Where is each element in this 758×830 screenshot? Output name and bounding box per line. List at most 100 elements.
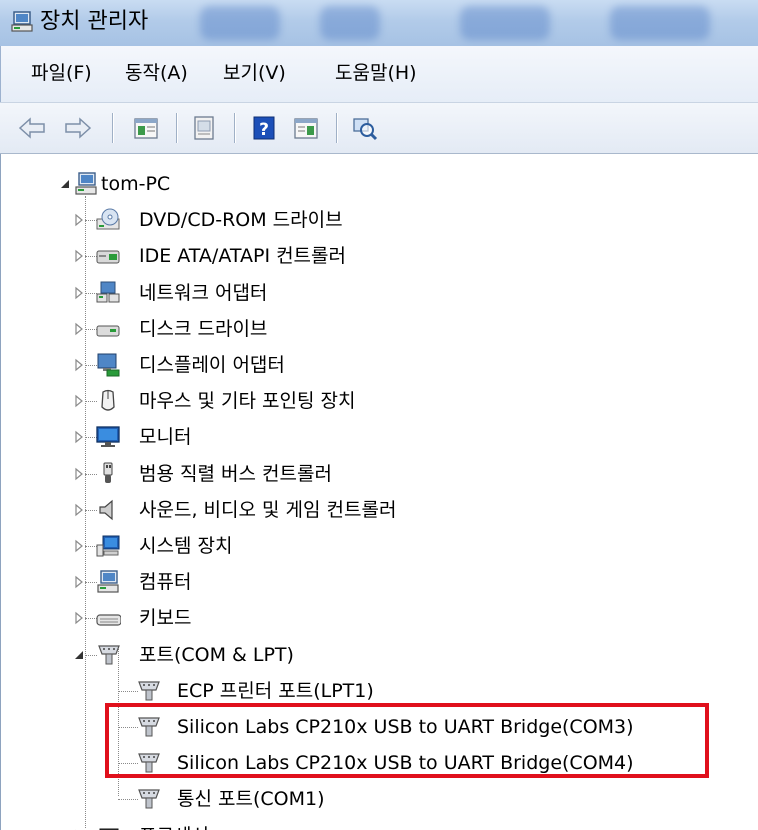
collapsed-arrow-icon[interactable] (73, 538, 85, 554)
toolbar-separator (176, 113, 177, 143)
collapsed-arrow-icon[interactable] (73, 574, 85, 590)
toolbar-separator (112, 113, 113, 143)
keyboard-icon (96, 614, 122, 626)
tree-item-label: 시스템 장치 (139, 535, 233, 557)
action-pane-icon[interactable] (290, 113, 322, 143)
system-device-icon (95, 533, 121, 559)
tree-item[interactable]: 마우스 및 기타 포인팅 장치 (1, 383, 757, 419)
expanded-arrow-icon[interactable] (59, 176, 71, 192)
collapsed-arrow-icon[interactable] (73, 321, 85, 337)
expanded-arrow-icon[interactable] (73, 647, 85, 663)
title-bar: 장치 관리자 (0, 0, 758, 46)
port-icon (98, 644, 120, 665)
tree-item-label: 프로세서 (139, 822, 209, 830)
back-arrow-icon[interactable] (16, 113, 48, 143)
menu-bar: 파일(F) 동작(A) 보기(V) 도움말(H) (0, 46, 758, 102)
tree-item-label: 모니터 (139, 426, 192, 449)
tree-item[interactable]: IDE ATA/ATAPI 컨트롤러 (1, 238, 757, 274)
device-manager-icon (11, 11, 33, 32)
collapsed-arrow-icon[interactable] (73, 285, 85, 301)
collapsed-arrow-icon[interactable] (73, 610, 85, 626)
menu-help[interactable]: 도움말(H) (335, 60, 417, 86)
tree-item[interactable]: 프로세서 (1, 818, 757, 830)
tree-item[interactable]: 모니터 (1, 419, 757, 455)
collapsed-arrow-icon[interactable] (73, 466, 85, 482)
background-blur (200, 6, 280, 40)
speaker-icon (95, 497, 121, 523)
tree-item-label: 범용 직렬 버스 컨트롤러 (139, 462, 332, 485)
properties-icon[interactable] (188, 113, 220, 143)
collapsed-arrow-icon[interactable] (73, 357, 85, 373)
port-icon (95, 642, 121, 668)
dvd-drive-icon (96, 208, 120, 230)
computer-icon (73, 171, 99, 197)
ide-controller-icon (95, 243, 121, 269)
toolbar-separator (336, 113, 337, 143)
disk-drive-icon (95, 316, 121, 342)
scan-hardware-icon[interactable] (348, 113, 380, 143)
tree-item[interactable]: 네트워크 어댑터 (1, 275, 757, 311)
network-adapter-icon (95, 280, 121, 306)
collapsed-arrow-icon[interactable] (73, 429, 85, 445)
background-blur (320, 6, 380, 40)
tree-item[interactable]: 컴퓨터 (1, 564, 757, 600)
tree-item[interactable]: 디스크 드라이브 (1, 311, 757, 347)
tree-item[interactable]: 키보드 (1, 600, 757, 636)
computer-icon (75, 172, 97, 195)
speaker-icon (99, 499, 113, 521)
tree-item-label: 디스플레이 어댑터 (139, 354, 285, 376)
display-adapter-icon (97, 353, 120, 377)
port-icon (138, 789, 160, 809)
window-title: 장치 관리자 (40, 9, 149, 34)
tree-item-label: 키보드 (139, 607, 192, 630)
tree-item[interactable]: 시스템 장치 (1, 528, 757, 564)
monitor-icon (95, 424, 121, 450)
collapsed-arrow-icon[interactable] (73, 248, 85, 264)
tree-item-label: tom-PC (101, 173, 171, 195)
collapsed-arrow-icon[interactable] (73, 212, 85, 228)
tree-item-label: ECP 프린터 포트(LPT1) (177, 679, 374, 702)
disk-drive-icon (96, 325, 120, 337)
menu-action[interactable]: 동작(A) (125, 60, 188, 86)
ide-controller-icon (96, 250, 120, 264)
tree-item[interactable]: 범용 직렬 버스 컨트롤러 (1, 456, 757, 492)
system-device-icon (96, 535, 120, 557)
usb-icon (103, 462, 113, 483)
menu-file[interactable]: 파일(F) (31, 60, 92, 86)
forward-arrow-icon[interactable] (62, 113, 94, 143)
menu-view[interactable]: 보기(V) (223, 60, 286, 86)
toolbar: ? (0, 102, 758, 154)
highlight-box (105, 703, 709, 778)
monitor-icon (96, 426, 120, 448)
mouse-icon (95, 388, 121, 414)
computer-icon (95, 569, 121, 595)
tree-item[interactable]: 포트(COM & LPT) (1, 637, 757, 673)
tree-item[interactable]: 사운드, 비디오 및 게임 컨트롤러 (1, 492, 757, 528)
port-icon (135, 786, 161, 812)
toolbar-separator (234, 113, 235, 143)
processor-icon (95, 823, 121, 830)
tree-item[interactable]: DVD/CD-ROM 드라이브 (1, 202, 757, 238)
tree-item-label: 통신 포트(COM1) (177, 788, 325, 811)
tree-item[interactable]: 디스플레이 어댑터 (1, 347, 757, 383)
tree-item[interactable]: tom-PC (1, 166, 757, 202)
help-icon[interactable]: ? (248, 113, 280, 143)
tree-item-label: 네트워크 어댑터 (139, 281, 268, 304)
tree-item-label: 컴퓨터 (139, 571, 192, 594)
display-adapter-icon (95, 352, 121, 378)
port-icon (138, 681, 160, 701)
background-blur (460, 6, 550, 40)
mouse-icon (101, 390, 115, 411)
tree-item-label: DVD/CD-ROM 드라이브 (139, 209, 343, 232)
network-adapter-icon (96, 281, 120, 303)
collapsed-arrow-icon[interactable] (73, 393, 85, 409)
keyboard-icon (95, 605, 122, 631)
collapsed-arrow-icon[interactable] (73, 502, 85, 518)
tree-item-label: 포트(COM & LPT) (139, 643, 294, 666)
tree-item-label: 디스크 드라이브 (139, 317, 268, 340)
tree-item-label: 마우스 및 기타 포인팅 장치 (139, 390, 356, 413)
port-icon (135, 678, 161, 704)
show-hide-tree-icon[interactable] (130, 113, 162, 143)
usb-icon (95, 461, 121, 487)
tree-item[interactable]: 통신 포트(COM1) (1, 781, 757, 817)
